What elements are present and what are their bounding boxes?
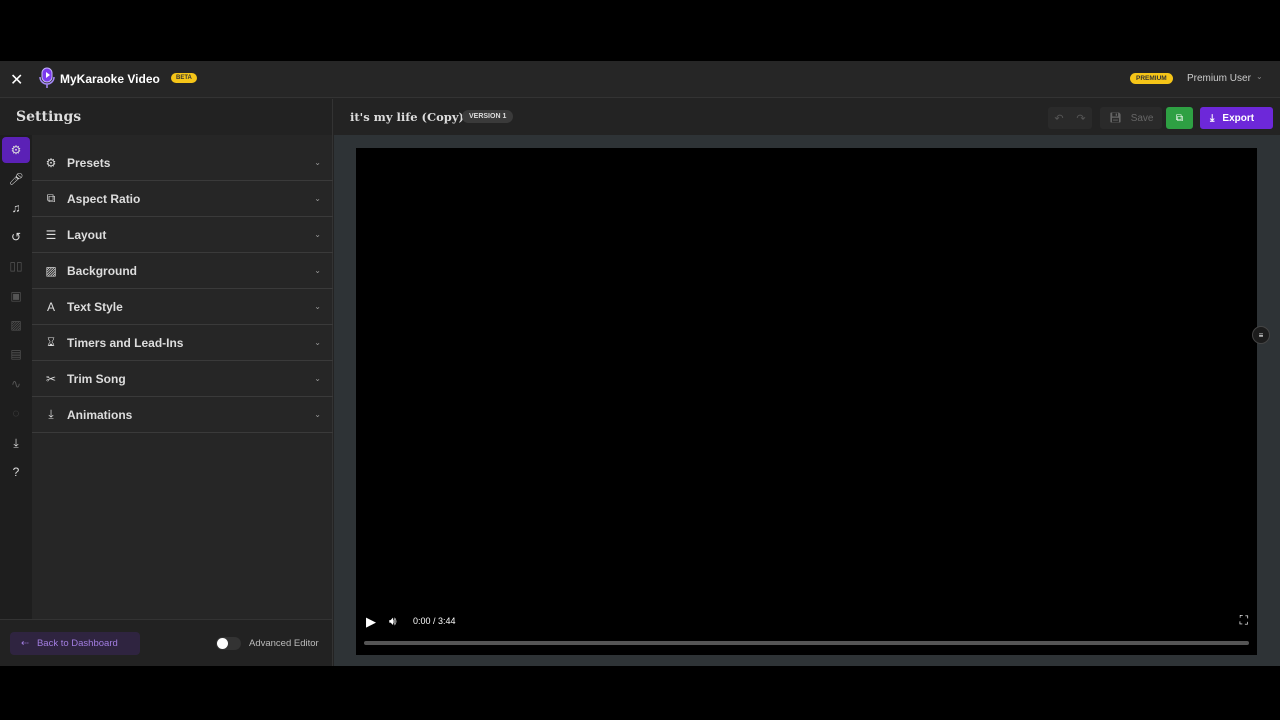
- text-box-icon[interactable]: ▣: [2, 283, 30, 309]
- time-display: 0:00 / 3:44: [413, 616, 456, 626]
- hourglass-icon: ⌛︎: [47, 335, 55, 349]
- project-title[interactable]: it's my life (Copy): [350, 110, 464, 124]
- chevron-down-icon: ⌄: [314, 374, 321, 383]
- music-icon[interactable]: ♫: [2, 195, 30, 221]
- layout-icon: ☰: [45, 227, 57, 242]
- accordion-label: Background: [67, 263, 138, 278]
- settings-title: Settings: [16, 109, 82, 125]
- accordion-label: Animations: [67, 407, 133, 422]
- back-to-dashboard-button[interactable]: ⇠ Back to Dashboard: [10, 632, 140, 655]
- progress-bar[interactable]: [364, 641, 1249, 645]
- film-icon[interactable]: ▤: [2, 341, 30, 367]
- beta-badge: BETA: [171, 73, 197, 83]
- premium-badge: PREMIUM: [1130, 73, 1173, 84]
- help-icon[interactable]: ?: [2, 459, 30, 485]
- aspect-ratio-icon: ⧉: [46, 191, 56, 205]
- accordion-label: Presets: [67, 155, 111, 170]
- chevron-down-icon: ⌄: [314, 410, 321, 419]
- settings-icon[interactable]: ⚙: [2, 137, 30, 163]
- duplicate-button[interactable]: ⧉: [1166, 107, 1193, 129]
- settings-header: Settings: [0, 99, 333, 135]
- editor-toolbar: it's my life (Copy) VERSION 1 ↶ ↷ 💾︎ Save …: [334, 99, 1280, 135]
- fullscreen-icon[interactable]: ⛶: [1240, 613, 1248, 628]
- coin-icon[interactable]: ◌: [2, 400, 30, 426]
- accordion-background[interactable]: ▨ Background ⌄: [32, 253, 333, 289]
- chevron-down-icon: ⌄: [314, 338, 321, 347]
- advanced-editor-toggle[interactable]: [216, 637, 241, 650]
- text-style-icon: A: [46, 299, 55, 314]
- accordion-trim-song[interactable]: ✂ Trim Song ⌄: [32, 361, 333, 397]
- redo-icon[interactable]: ↷: [1076, 112, 1085, 125]
- play-icon[interactable]: ▶: [366, 614, 376, 630]
- animation-icon: ⤓: [48, 407, 54, 421]
- save-button[interactable]: 💾︎ Save: [1100, 107, 1162, 129]
- accordion-presets[interactable]: ⚙ Presets ⌄: [32, 145, 333, 181]
- microphone-icon[interactable]: 🎤︎: [2, 166, 30, 192]
- advanced-editor-label: Advanced Editor: [249, 638, 319, 649]
- settings-panel: ⚙ Presets ⌄ ⧉ Aspect Ratio ⌄ ☰ Layout ⌄ ▨ Backg…: [32, 135, 333, 619]
- waveform-icon[interactable]: ∿: [2, 371, 30, 397]
- gear-badge-icon: ⚙: [45, 155, 57, 170]
- scissors-icon: ✂: [45, 371, 57, 386]
- background-icon: ▨: [45, 263, 57, 278]
- undo-redo-group: ↶ ↷: [1048, 107, 1092, 129]
- download-icon: ⤓: [1210, 112, 1215, 124]
- panel-toggle-icon[interactable]: ≡: [1252, 326, 1270, 344]
- floppy-icon: 💾︎: [1109, 112, 1122, 124]
- chevron-down-icon: ⌄: [314, 302, 321, 311]
- accordion-aspect-ratio[interactable]: ⧉ Aspect Ratio ⌄: [32, 181, 333, 217]
- export-label: Export: [1222, 112, 1255, 124]
- accordion-text-style[interactable]: A Text Style ⌄: [32, 289, 333, 325]
- accordion-label: Timers and Lead-Ins: [67, 335, 184, 350]
- image-icon[interactable]: ▨: [2, 312, 30, 338]
- arrow-left-icon: ⇠: [21, 638, 29, 649]
- accordion-label: Aspect Ratio: [67, 191, 141, 206]
- version-badge[interactable]: VERSION 1: [462, 110, 514, 123]
- app-name: MyKaraoke Video: [60, 72, 160, 86]
- chevron-down-icon[interactable]: ⌄: [1256, 72, 1263, 81]
- header: ✕ MyKaraoke Video BETA PREMIUM Premium U…: [0, 61, 1280, 98]
- sidebar-rail: ⚙ 🎤︎ ♫ ↺ ▯▯ ▣ ▨ ▤ ∿ ◌ ⤓ ?: [0, 135, 32, 619]
- accordion-timers[interactable]: ⌛︎ Timers and Lead-Ins ⌄: [32, 325, 333, 361]
- chevron-down-icon: ⌄: [314, 266, 321, 275]
- close-icon[interactable]: ✕: [10, 70, 23, 90]
- copy-icon: ⧉: [1175, 112, 1184, 124]
- grid-icon[interactable]: ▯▯: [2, 253, 30, 279]
- back-label: Back to Dashboard: [36, 638, 118, 649]
- chevron-down-icon: ⌄: [314, 230, 321, 239]
- history-icon[interactable]: ↺: [2, 224, 30, 250]
- download-icon[interactable]: ⤓: [2, 430, 30, 456]
- microphone-logo-icon: [39, 67, 55, 88]
- accordion-layout[interactable]: ☰ Layout ⌄: [32, 217, 333, 253]
- chevron-down-icon: ⌄: [314, 158, 321, 167]
- export-button[interactable]: ⤓ Export: [1200, 107, 1273, 129]
- accordion-label: Text Style: [67, 299, 123, 314]
- accordion-label: Trim Song: [67, 371, 126, 386]
- accordion-animations[interactable]: ⤓ Animations ⌄: [32, 397, 333, 433]
- undo-icon[interactable]: ↶: [1054, 112, 1063, 125]
- panel-footer: ⇠ Back to Dashboard Advanced Editor: [0, 619, 333, 666]
- chevron-down-icon: ⌄: [314, 194, 321, 203]
- app: ✕ MyKaraoke Video BETA PREMIUM Premium U…: [0, 61, 1280, 666]
- editor-main: it's my life (Copy) VERSION 1 ↶ ↷ 💾︎ Save …: [334, 99, 1280, 666]
- video-player[interactable]: ▶ 🔊︎ 0:00 / 3:44 ⛶: [356, 148, 1257, 655]
- user-menu[interactable]: Premium User: [1187, 73, 1251, 84]
- volume-icon[interactable]: 🔊︎: [389, 614, 397, 629]
- accordion-label: Layout: [67, 227, 107, 242]
- save-label: Save: [1130, 112, 1154, 124]
